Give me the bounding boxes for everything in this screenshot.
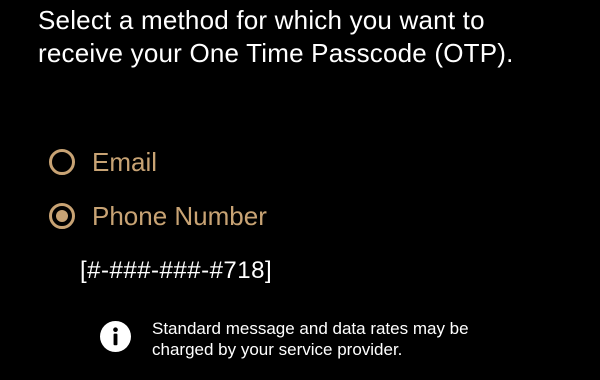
radio-option-phone-number[interactable]: Phone Number (49, 199, 267, 233)
radio-label-phone-number[interactable]: Phone Number (92, 201, 267, 232)
rates-notice: Standard message and data rates may be c… (100, 318, 552, 360)
info-icon (100, 321, 131, 352)
radio-unselected-icon[interactable] (49, 149, 75, 175)
notice-line-2: charged by your service provider. (152, 340, 403, 359)
otp-method-prompt: Select a method for which you want to re… (38, 4, 588, 70)
radio-dot (56, 210, 68, 222)
prompt-line-2: receive your One Time Passcode (OTP). (38, 38, 514, 68)
notice-line-1: Standard message and data rates may be (152, 319, 469, 338)
radio-option-email[interactable]: Email (49, 145, 157, 179)
radio-selected-icon[interactable] (49, 203, 75, 229)
masked-phone-number: [#-###-###-#718] (80, 257, 273, 284)
prompt-line-1: Select a method for which you want to (38, 5, 485, 35)
radio-label-email[interactable]: Email (92, 147, 157, 178)
notice-text: Standard message and data rates may be c… (152, 318, 552, 360)
